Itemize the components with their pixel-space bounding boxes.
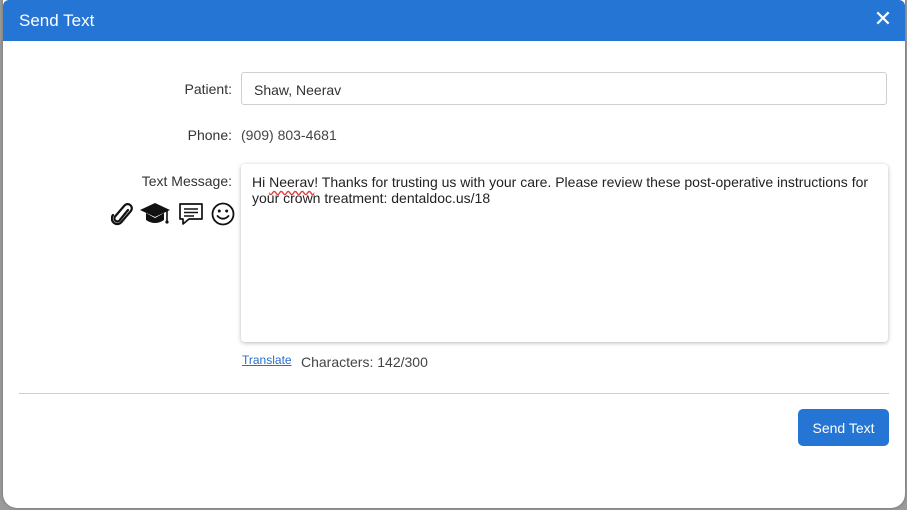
send-text-dialog: Send Text ✕ Patient: Shaw, Neerav Phone:…	[3, 0, 905, 508]
paperclip-icon[interactable]	[110, 201, 135, 232]
close-icon[interactable]: ✕	[873, 9, 893, 31]
dialog-titlebar: Send Text ✕	[3, 0, 905, 41]
dialog-title: Send Text	[19, 11, 95, 30]
message-label: Text Message:	[141, 173, 232, 189]
translate-link[interactable]: Translate	[242, 353, 292, 367]
phone-value: (909) 803-4681	[241, 127, 337, 143]
message-greeting: Hi	[252, 174, 270, 190]
send-text-button[interactable]: Send Text	[798, 409, 889, 446]
smiley-icon[interactable]	[210, 201, 236, 232]
graduation-cap-icon[interactable]	[139, 201, 171, 232]
message-body: ! Thanks for trusting us with your care.…	[252, 174, 869, 206]
patient-field[interactable]: Shaw, Neerav	[241, 72, 887, 105]
text-message-input[interactable]: Hi Neerav! Thanks for trusting us with y…	[241, 164, 888, 342]
footer-divider	[19, 393, 889, 394]
phone-label: Phone:	[187, 127, 232, 143]
patient-label: Patient:	[184, 81, 232, 97]
character-count: Characters: 142/300	[301, 354, 428, 370]
speech-bubble-icon[interactable]	[177, 201, 205, 232]
message-patient-name: Neerav	[269, 174, 315, 190]
